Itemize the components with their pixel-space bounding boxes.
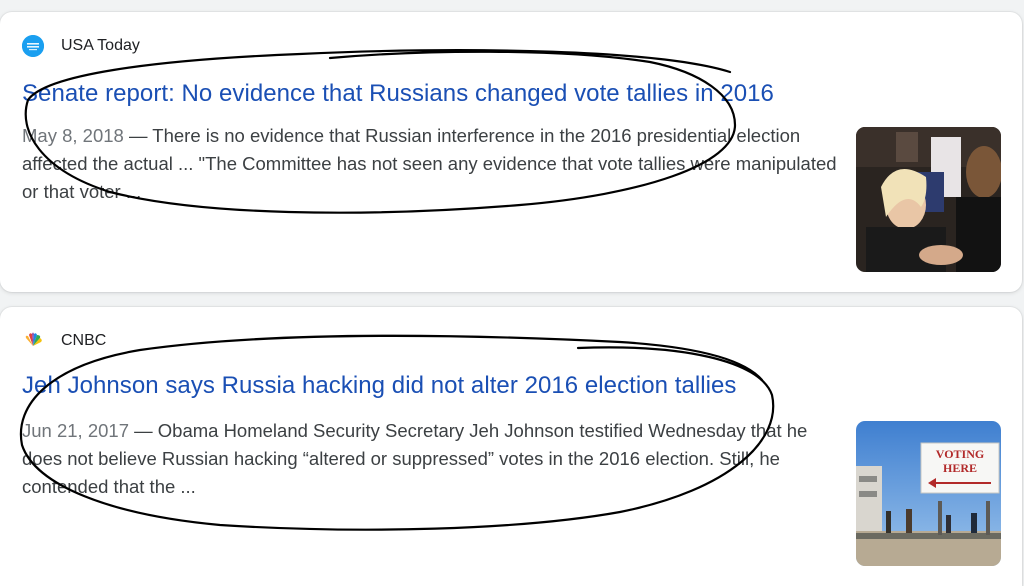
voting-sign-line2: HERE bbox=[943, 461, 977, 475]
nbc-peacock-logo-icon bbox=[22, 330, 44, 352]
source-row[interactable]: USA Today bbox=[22, 34, 140, 58]
date-separator: — bbox=[128, 420, 158, 441]
result-snippet: Jun 21, 2017 — Obama Homeland Security S… bbox=[22, 417, 842, 501]
result-headline-link[interactable]: Jeh Johnson says Russia hacking did not … bbox=[22, 372, 736, 400]
result-headline-link[interactable]: Senate report: No evidence that Russians… bbox=[22, 80, 774, 108]
search-result-card[interactable]: USA Today Senate report: No evidence tha… bbox=[0, 12, 1022, 292]
result-date: May 8, 2018 bbox=[22, 125, 124, 146]
source-row[interactable]: CNBC bbox=[22, 329, 106, 353]
search-result-card[interactable]: CNBC Jeh Johnson says Russia hacking did… bbox=[0, 307, 1022, 586]
result-thumbnail[interactable] bbox=[856, 127, 1001, 272]
date-separator: — bbox=[123, 125, 153, 146]
usa-today-logo-icon bbox=[22, 35, 44, 57]
result-thumbnail[interactable]: VOTING HERE bbox=[856, 421, 1001, 566]
voting-sign-line1: VOTING bbox=[936, 447, 984, 461]
source-name[interactable]: CNBC bbox=[61, 332, 106, 350]
result-snippet: May 8, 2018 — There is no evidence that … bbox=[22, 122, 842, 206]
result-date: Jun 21, 2017 bbox=[22, 420, 129, 441]
source-name[interactable]: USA Today bbox=[61, 37, 140, 55]
